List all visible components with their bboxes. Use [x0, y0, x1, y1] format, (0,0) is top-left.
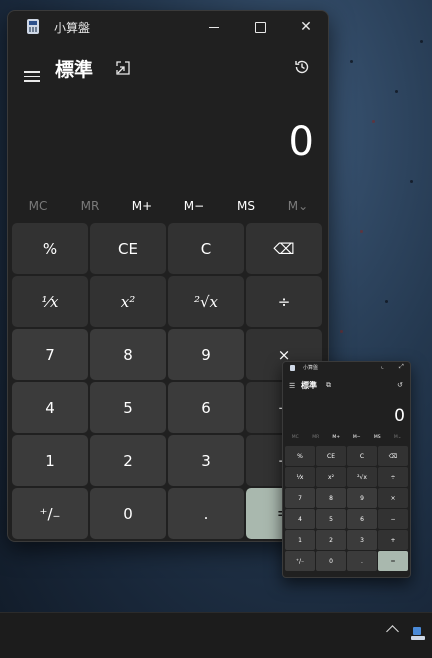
mini-digit-3-button[interactable]: 3	[347, 530, 377, 550]
mini-calculator-window: 小算盤 ⌞ ⤢ ☰ 標準 ⧉ ↺ 0 MC MR M+ M− MS M⌄ % CE C ⌫ ¹⁄x…	[282, 361, 411, 578]
mini-result-display: 0	[394, 406, 405, 426]
mini-expand-icon[interactable]: ⤢	[399, 363, 404, 371]
mini-keypad: % CE C ⌫ ¹⁄x x² ²√x ÷ 7 8 9 × 4 5 6− 1 2 3 + ⁺/₋ 0. =	[285, 446, 408, 571]
clear-button[interactable]: C	[168, 223, 244, 274]
history-icon	[295, 60, 309, 74]
digit-3-button[interactable]: 3	[168, 435, 244, 486]
memory-clear-button[interactable]: MC	[12, 197, 64, 217]
minimize-button[interactable]	[191, 11, 237, 43]
reciprocal-button[interactable]: ¹⁄x	[12, 276, 88, 327]
percent-button[interactable]: %	[12, 223, 88, 274]
mini-digit-2-button[interactable]: 2	[316, 530, 346, 550]
maximize-button[interactable]	[237, 11, 283, 43]
square-button[interactable]: x²	[90, 276, 166, 327]
mini-multiply-button[interactable]: ×	[378, 488, 408, 508]
digit-5-button[interactable]: 5	[90, 382, 166, 433]
mini-plus-button[interactable]: +	[378, 530, 408, 550]
mini-digit-5-button[interactable]: 5	[316, 509, 346, 529]
mini-percent-button[interactable]: %	[285, 446, 315, 466]
mini-digit-8-button[interactable]: 8	[316, 488, 346, 508]
mini-square-root-button[interactable]: ²√x	[347, 467, 377, 487]
mini-keep-on-top-icon[interactable]: ⧉	[326, 381, 331, 390]
decimal-button[interactable]: .	[168, 488, 244, 539]
memory-recall-button[interactable]: MR	[64, 197, 116, 217]
mini-digit-9-button[interactable]: 9	[347, 488, 377, 508]
memory-row: MC MR M+ M− MS M⌄	[12, 197, 324, 217]
hamburger-icon	[24, 71, 40, 73]
mini-digit-7-button[interactable]: 7	[285, 488, 315, 508]
digit-9-button[interactable]: 9	[168, 329, 244, 380]
memory-subtract-button[interactable]: M−	[168, 197, 220, 217]
digit-7-button[interactable]: 7	[12, 329, 88, 380]
mini-digit-0-button[interactable]: 0	[316, 551, 346, 571]
memory-list-button[interactable]: M⌄	[272, 197, 324, 217]
close-icon: ✕	[300, 19, 312, 35]
minimize-icon	[209, 26, 219, 28]
history-button[interactable]	[293, 58, 311, 76]
memory-store-button[interactable]: MS	[220, 197, 272, 217]
keep-on-top-icon	[116, 61, 130, 75]
mini-negate-button[interactable]: ⁺/₋	[285, 551, 315, 571]
digit-0-button[interactable]: 0	[90, 488, 166, 539]
mini-minus-button[interactable]: −	[378, 509, 408, 529]
mini-digit-1-button[interactable]: 1	[285, 530, 315, 550]
show-hidden-icons-chevron-icon[interactable]	[386, 625, 399, 638]
navigation-menu-button[interactable]	[24, 68, 40, 85]
mini-digit-4-button[interactable]: 4	[285, 509, 315, 529]
digit-4-button[interactable]: 4	[12, 382, 88, 433]
mini-memory-row: MC MR M+ M− MS M⌄	[285, 435, 408, 440]
mode-title: 標準	[55, 59, 94, 81]
mini-reciprocal-button[interactable]: ¹⁄x	[285, 467, 315, 487]
window-title: 小算盤	[54, 21, 91, 35]
calculator-window: 小算盤 ✕ 標準 0 MC MR M+ M− MS M⌄ % CE C ⌫ ¹⁄x x² ²…	[7, 10, 329, 542]
mini-app-icon	[290, 365, 295, 371]
mini-equals-button[interactable]: =	[378, 551, 408, 571]
taskbar	[0, 612, 432, 658]
square-root-button[interactable]: ²√x	[168, 276, 244, 327]
result-display: 0	[288, 119, 314, 165]
title-bar[interactable]: 小算盤 ✕	[8, 11, 328, 43]
digit-8-button[interactable]: 8	[90, 329, 166, 380]
maximize-icon	[254, 21, 266, 33]
keep-on-top-button[interactable]	[115, 60, 131, 80]
mini-history-icon[interactable]: ↺	[397, 381, 403, 389]
mini-memory-button[interactable]: M−	[347, 435, 368, 440]
divide-button[interactable]: ÷	[246, 276, 322, 327]
mini-digit-6-button[interactable]: 6	[347, 509, 377, 529]
mini-clear-entry-button[interactable]: CE	[316, 446, 346, 466]
mini-memory-button[interactable]: M⌄	[388, 435, 409, 440]
calculator-app-icon	[27, 19, 39, 34]
mini-decimal-button[interactable]: .	[347, 551, 377, 571]
keypad: %CEC⌫¹⁄xx²²√x÷789×456−123+⁺/₋0.=	[12, 223, 324, 539]
digit-2-button[interactable]: 2	[90, 435, 166, 486]
mini-window-title: 小算盤	[303, 365, 319, 371]
mini-square-button[interactable]: x²	[316, 467, 346, 487]
mini-compact-icon[interactable]: ⌞	[381, 363, 384, 370]
close-button[interactable]: ✕	[283, 11, 328, 43]
mini-memory-button[interactable]: MS	[367, 435, 388, 440]
mini-clear-button[interactable]: C	[347, 446, 377, 466]
clear-entry-button[interactable]: CE	[90, 223, 166, 274]
mini-hamburger-icon[interactable]: ☰	[289, 382, 295, 390]
mini-memory-button[interactable]: M+	[326, 435, 347, 440]
mini-divide-button[interactable]: ÷	[378, 467, 408, 487]
mini-backspace-button[interactable]: ⌫	[378, 446, 408, 466]
backspace-button[interactable]: ⌫	[246, 223, 322, 274]
digit-6-button[interactable]: 6	[168, 382, 244, 433]
mini-memory-button[interactable]: MC	[285, 435, 306, 440]
tray-app-icon[interactable]	[411, 627, 425, 641]
digit-1-button[interactable]: 1	[12, 435, 88, 486]
negate-button[interactable]: ⁺/₋	[12, 488, 88, 539]
mini-mode-title: 標準	[301, 381, 317, 390]
mini-memory-button[interactable]: MR	[306, 435, 327, 440]
memory-add-button[interactable]: M+	[116, 197, 168, 217]
